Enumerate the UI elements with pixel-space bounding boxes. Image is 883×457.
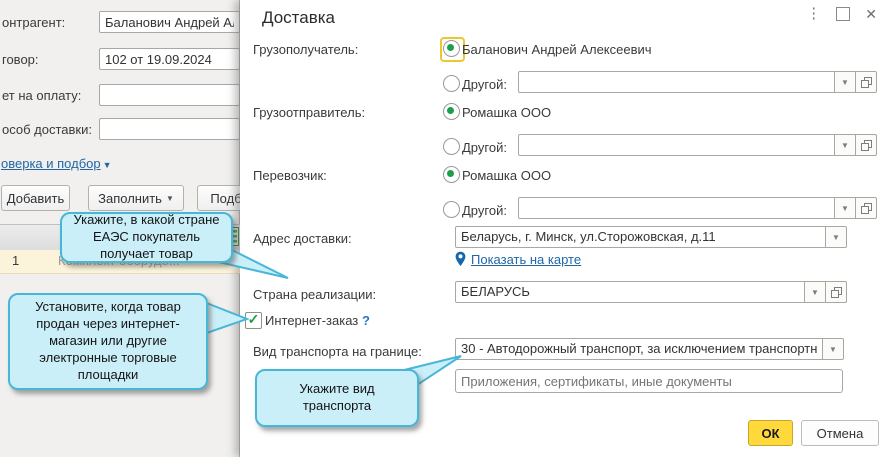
open-picker-icon[interactable] [856, 197, 877, 219]
dropdown-arrow-icon[interactable]: ▼ [826, 226, 847, 248]
consignee-other-input[interactable] [518, 71, 835, 93]
callout-sale-country: Укажите, в какой стране ЕАЭС покупатель … [60, 212, 233, 263]
consignee-other-combo[interactable]: ▼ [518, 71, 877, 93]
carrier-default-radio[interactable] [443, 166, 460, 183]
carrier-other-radio[interactable] [443, 201, 460, 218]
carrier-other-input[interactable] [518, 197, 835, 219]
open-picker-icon[interactable] [856, 134, 877, 156]
sale-country-input[interactable] [455, 281, 805, 303]
consignee-label: Грузополучатель: [253, 42, 358, 57]
check-and-pick-link[interactable]: оверка и подбор▼ [1, 156, 112, 171]
dropdown-arrow-icon[interactable]: ▼ [835, 134, 856, 156]
close-icon[interactable]: ✕ [865, 7, 877, 21]
more-menu-icon[interactable]: ⋮ [806, 5, 821, 23]
contract-label: говор: [2, 52, 39, 67]
callout-transport: Укажите вид транспорта [255, 369, 419, 427]
ok-button[interactable]: ОК [748, 420, 793, 446]
add-button[interactable]: Добавить [1, 185, 70, 211]
shipper-other-combo[interactable]: ▼ [518, 134, 877, 156]
row-number: 1 [12, 253, 19, 268]
carrier-label: Перевозчик: [253, 168, 327, 183]
dropdown-arrow-icon[interactable]: ▼ [823, 338, 844, 360]
counterparty-label: онтрагент: [2, 15, 65, 30]
delivery-address-combo[interactable]: ▼ [455, 226, 847, 248]
chevron-down-icon: ▼ [166, 194, 174, 203]
consignee-other-label: Другой: [462, 77, 507, 92]
consignee-default-option[interactable]: Баланович Андрей Алексеевич [462, 42, 652, 57]
sale-country-combo[interactable]: ▼ [455, 281, 847, 303]
contract-field[interactable] [99, 48, 240, 70]
internet-order-label[interactable]: Интернет-заказ [265, 313, 358, 328]
shipper-default-option[interactable]: Ромашка ООО [462, 105, 551, 120]
sale-country-label: Страна реализации: [253, 287, 376, 302]
chevron-down-icon: ▼ [103, 160, 112, 170]
show-on-map-link[interactable]: Показать на карте [471, 252, 581, 267]
cancel-button[interactable]: Отмена [801, 420, 879, 446]
invoice-label: ет на оплату: [2, 88, 81, 103]
shipper-default-radio[interactable] [443, 103, 460, 120]
consignee-default-radio[interactable] [443, 40, 460, 57]
delivery-address-input[interactable] [455, 226, 826, 248]
callout-internet-order: Установите, когда товар продан через инт… [8, 293, 208, 390]
transport-type-combo[interactable]: ▼ [455, 338, 844, 360]
documents-input[interactable] [455, 369, 843, 393]
map-pin-icon [454, 251, 467, 267]
shipper-label: Грузоотправитель: [253, 105, 365, 120]
open-picker-icon[interactable] [826, 281, 847, 303]
dropdown-arrow-icon[interactable]: ▼ [805, 281, 826, 303]
help-icon[interactable]: ? [362, 313, 370, 328]
shipper-other-radio[interactable] [443, 138, 460, 155]
counterparty-field[interactable] [99, 11, 240, 33]
dropdown-arrow-icon[interactable]: ▼ [835, 197, 856, 219]
maximize-icon[interactable] [836, 7, 850, 21]
carrier-other-label: Другой: [462, 203, 507, 218]
carrier-default-option[interactable]: Ромашка ООО [462, 168, 551, 183]
transport-type-input[interactable] [455, 338, 823, 360]
shipper-other-input[interactable] [518, 134, 835, 156]
open-picker-icon[interactable] [856, 71, 877, 93]
fill-button[interactable]: Заполнить▼ [88, 185, 184, 211]
dialog-title: Доставка [262, 8, 335, 28]
delivery-method-field[interactable] [99, 118, 240, 140]
dropdown-arrow-icon[interactable]: ▼ [835, 71, 856, 93]
carrier-other-combo[interactable]: ▼ [518, 197, 877, 219]
consignee-other-radio[interactable] [443, 75, 460, 92]
delivery-method-label: особ доставки: [2, 122, 92, 137]
invoice-field[interactable] [99, 84, 240, 106]
shipper-other-label: Другой: [462, 140, 507, 155]
